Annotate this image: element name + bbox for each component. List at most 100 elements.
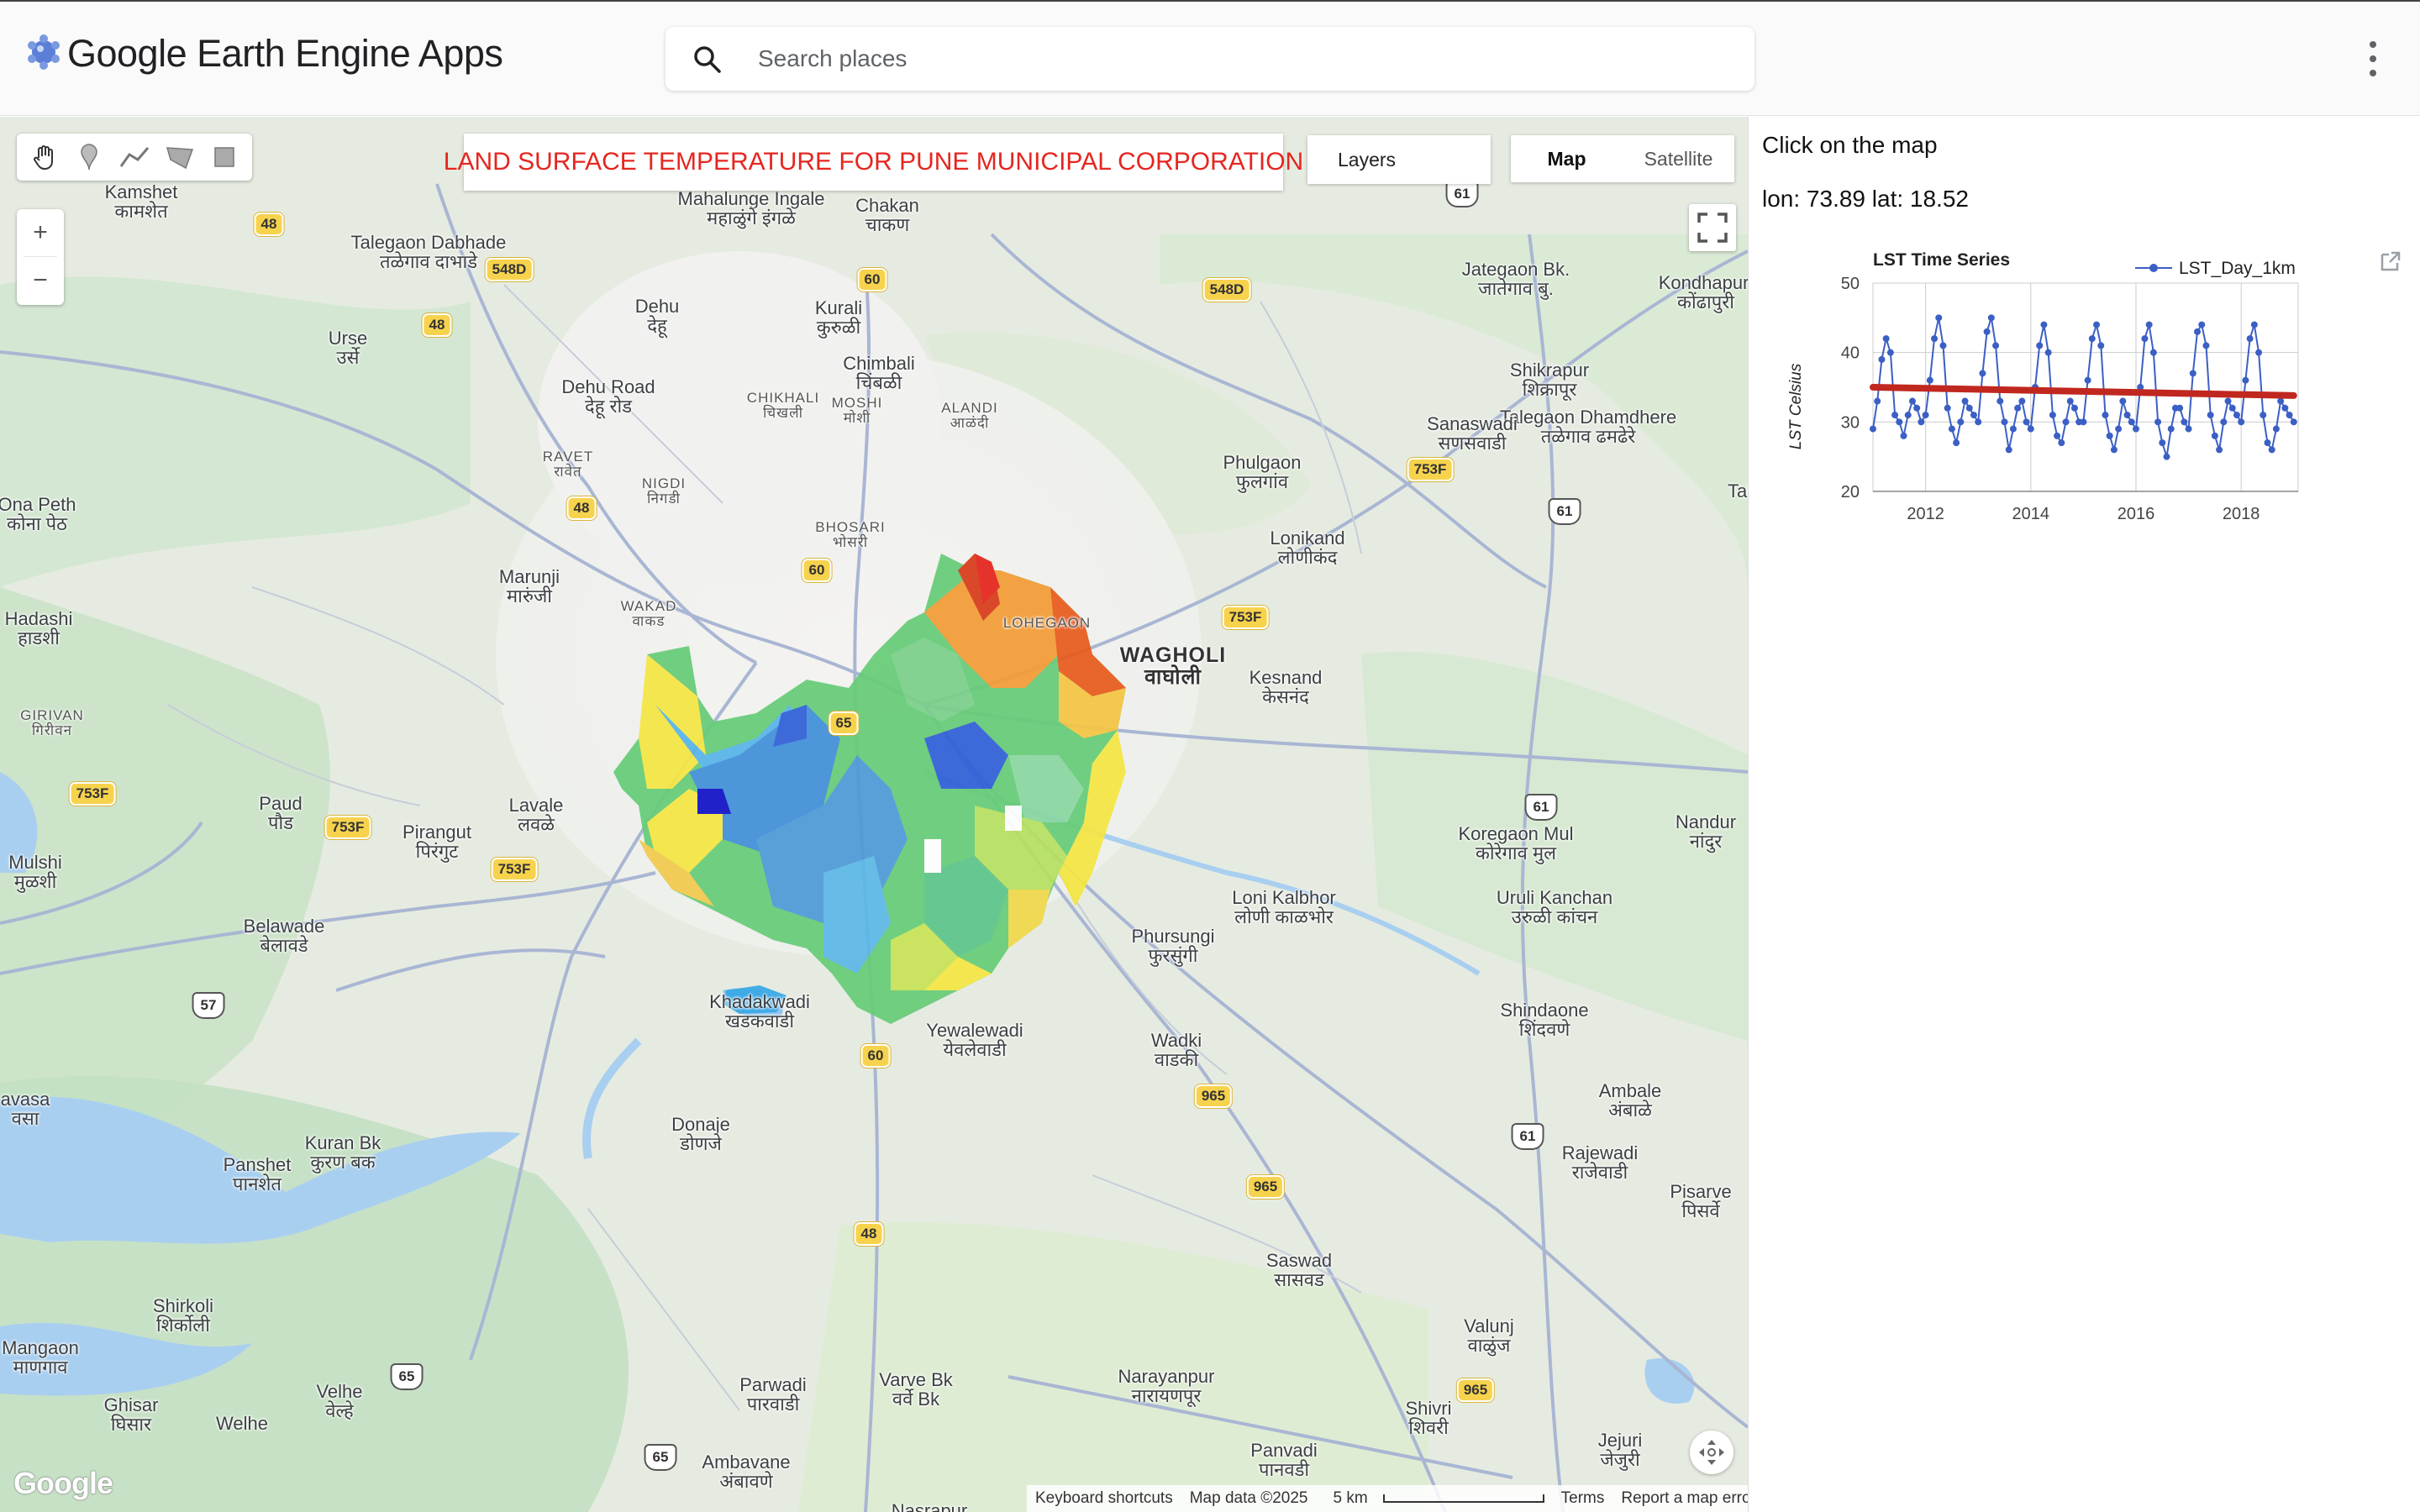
- chart-point: [2084, 376, 2091, 384]
- chart-point: [2088, 335, 2096, 343]
- chart-point: [1953, 439, 1960, 447]
- place-label-uruli-kanchan: Uruli Kanchan उरुळी कांचन: [1496, 887, 1613, 928]
- zoom-out-button[interactable]: −: [17, 257, 64, 304]
- chart-point: [2115, 425, 2123, 433]
- place-label-mulshi: Mulshi मुळशी: [8, 852, 62, 893]
- road-shield: 61: [1512, 1125, 1543, 1148]
- fullscreen-button[interactable]: [1689, 204, 1736, 251]
- chart-point: [2062, 418, 2070, 426]
- place-label-saswad: Saswad सासवड: [1265, 1250, 1333, 1291]
- chart-point: [1992, 342, 2000, 349]
- place-label-yewalewadi: Yewalewadi येवलेवाडी: [926, 1020, 1023, 1061]
- app-title[interactable]: Google Earth Engine Apps: [67, 32, 503, 76]
- place-label-tal: Tal: [1727, 480, 1748, 501]
- layers-button[interactable]: Layers: [1307, 135, 1491, 184]
- chart-point: [2268, 446, 2275, 454]
- hand-icon[interactable]: [22, 134, 67, 181]
- chart-point: [2260, 412, 2267, 419]
- road-shield: 48: [854, 1222, 884, 1246]
- polygon-icon[interactable]: [157, 134, 203, 181]
- google-logo[interactable]: Google: [13, 1466, 113, 1501]
- place-label-dehu: Dehu देहू: [634, 296, 680, 337]
- chart-point: [1931, 335, 1939, 343]
- road-shield: 61: [1447, 182, 1477, 206]
- chart-point: [2264, 439, 2271, 447]
- chart-point: [2159, 439, 2166, 447]
- move-arrows-icon: [1699, 1440, 1724, 1465]
- keyboard-shortcuts-link[interactable]: Keyboard shortcuts: [1035, 1489, 1173, 1508]
- chart-point: [2228, 404, 2236, 412]
- place-label-alandi: ALANDI आळंदी: [941, 400, 998, 431]
- road-shield: 548D: [1202, 278, 1251, 302]
- place-label-khadakwadi: Khadakwadi खडकवाडी: [709, 991, 810, 1032]
- more-vert-icon[interactable]: [2358, 37, 2388, 81]
- chart-x-tick-label: 2014: [2012, 505, 2050, 523]
- place-label-wakad: WAKAD वाकड: [620, 598, 677, 629]
- place-label-narayanpur: Narayanpur नारायणपूर: [1118, 1366, 1215, 1407]
- chart-point: [1918, 418, 1925, 426]
- place-label-nigdi: NIGDI निगडी: [641, 475, 687, 507]
- terms-link[interactable]: Terms: [1561, 1489, 1605, 1508]
- road-shield: 57: [193, 994, 224, 1017]
- place-label-avasa: avasa वसा: [0, 1089, 50, 1130]
- place-label-urse: Urse उर्से: [328, 328, 368, 369]
- rectangle-icon[interactable]: [202, 134, 247, 181]
- place-label-shivri: Shivri शिवरी: [1405, 1398, 1452, 1439]
- chart-y-tick-label: 50: [1841, 275, 1860, 293]
- report-map-error-link[interactable]: Report a map error: [1621, 1489, 1748, 1508]
- place-label-moshi: MOSHI मोशी: [831, 395, 883, 426]
- map-canvas[interactable]: Kamshet कामशेत Talegaon Dabhade तळेगाव दाभ…: [0, 117, 1748, 1512]
- chart-y-axis-label: LST Celsius: [1787, 363, 1805, 449]
- place-label-welhe: Welhe: [216, 1413, 268, 1434]
- scale-control[interactable]: 5 km: [1324, 1489, 1544, 1508]
- chart-point: [2286, 412, 2293, 419]
- chart-point: [1908, 397, 1916, 405]
- place-label-lavale: Lavale लवळे: [508, 795, 564, 836]
- place-label-hadashi: Hadashi हाडशी: [4, 608, 73, 649]
- chart-point: [1886, 349, 1894, 356]
- search-icon[interactable]: [691, 43, 724, 76]
- chart-point: [1996, 397, 2004, 405]
- place-label-valunj: Valunj वाळुंज: [1464, 1315, 1514, 1357]
- place-label-panvadi: Panvadi पानवडी: [1250, 1440, 1318, 1481]
- map-type-map-button[interactable]: Map: [1511, 135, 1623, 182]
- chart-point: [1913, 404, 1921, 412]
- search-box[interactable]: [666, 27, 1754, 91]
- place-label-shirkoli: Shirkoli शिर्कोली: [152, 1295, 214, 1336]
- scale-bar: [1382, 1494, 1544, 1503]
- app-root: Google Earth Engine Apps Search places K…: [0, 0, 2420, 1512]
- chart-point: [2080, 418, 2087, 426]
- chart-point: [2250, 321, 2258, 328]
- chart-point: [2070, 404, 2078, 412]
- zoom-in-button[interactable]: +: [17, 209, 64, 256]
- chart-point: [2132, 425, 2139, 433]
- chart-point: [2255, 349, 2263, 356]
- chart-point: [2128, 418, 2135, 426]
- chart-point: [2097, 342, 2105, 349]
- map-type-satellite-button[interactable]: Satellite: [1623, 135, 1734, 182]
- chart-point: [2066, 397, 2074, 405]
- place-label-bhosari: BHOSARI भोसरी: [815, 519, 886, 550]
- coordinates-readout: lon: 73.89 lat: 18.52: [1762, 186, 1969, 212]
- open-in-new-icon[interactable]: [2381, 251, 2401, 271]
- place-label-velhe: Velhe वेल्हे: [316, 1381, 363, 1422]
- place-label-pirangut: Pirangut पिरंगुट: [402, 822, 471, 863]
- polyline-icon[interactable]: [112, 134, 157, 181]
- place-label-jategaon-bk: Jategaon Bk. जातेगाव बु.: [1461, 259, 1570, 300]
- chart-point: [2242, 376, 2249, 384]
- road-shield: 61: [1526, 795, 1556, 819]
- chart-legend: LST_Day_1km: [2135, 259, 2296, 278]
- chart-point: [2277, 397, 2285, 405]
- place-label-lohegaon: LOHEGAON: [1002, 615, 1092, 631]
- chart-point: [1957, 418, 1965, 426]
- place-label-shikrapur: Shikrapur शिक्रापूर: [1509, 360, 1590, 401]
- chart-point: [1904, 412, 1912, 419]
- marker-icon[interactable]: [67, 134, 113, 181]
- chart-x-tick-label: 2018: [2223, 505, 2260, 523]
- search-input[interactable]: [758, 39, 1733, 79]
- chart-point: [2163, 453, 2170, 460]
- chart-title: LST Time Series: [1873, 250, 2010, 270]
- chart-point: [2149, 349, 2157, 356]
- camera-control-button[interactable]: [1690, 1431, 1733, 1474]
- place-label-mahalunge-ingale: Mahalunge Ingale महाळुंगे इंगळे: [677, 188, 825, 229]
